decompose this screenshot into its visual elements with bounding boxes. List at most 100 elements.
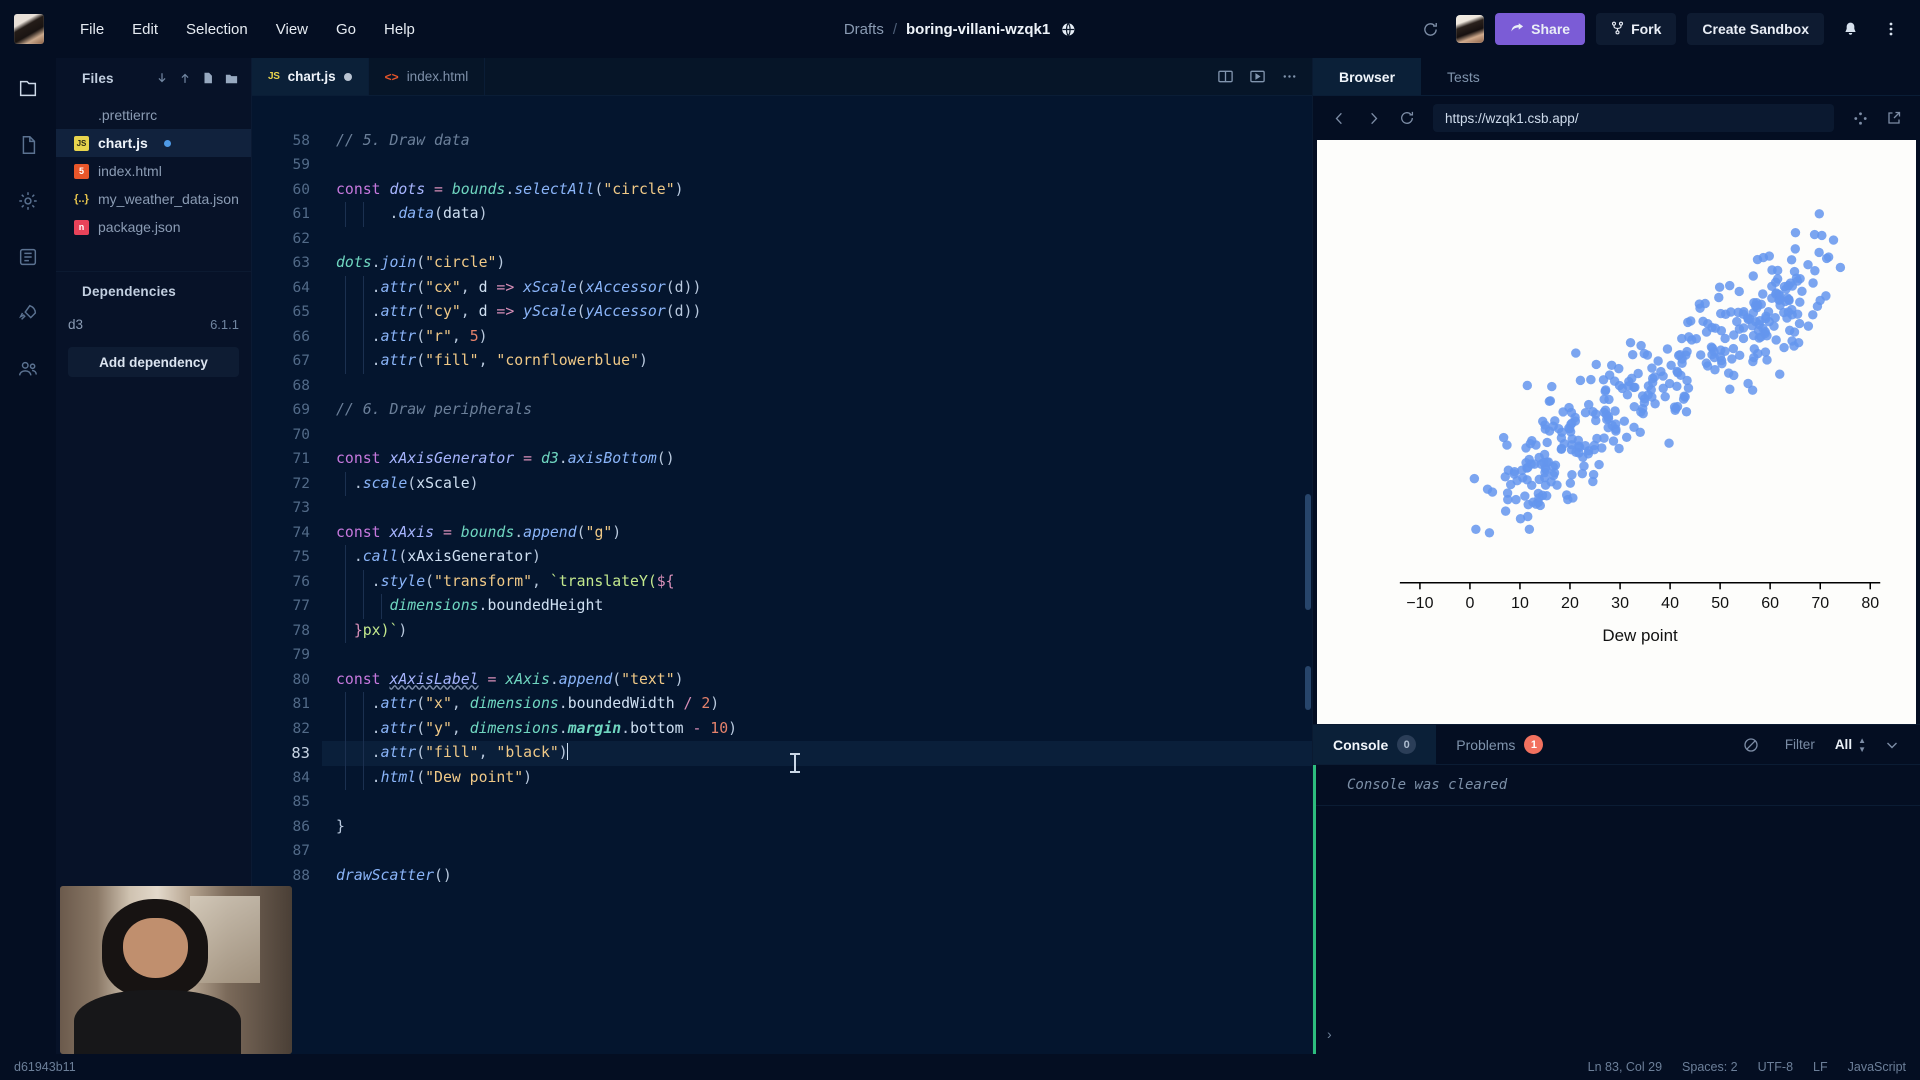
code-line[interactable]: const xAxisGenerator = d3.axisBottom() [322, 447, 1312, 472]
code-line[interactable]: .attr("fill", "cornflowerblue") [322, 349, 1312, 374]
menu-go[interactable]: Go [322, 15, 370, 44]
avatar[interactable] [1456, 15, 1485, 43]
code-line[interactable] [322, 839, 1312, 864]
language-mode[interactable]: JavaScript [1848, 1060, 1906, 1074]
scatter-point [1575, 375, 1586, 386]
code-line[interactable]: dimensions.boundedHeight [322, 594, 1312, 619]
scrollbar-thumb-secondary[interactable] [1305, 666, 1311, 710]
code-line[interactable]: .attr("y", dimensions.margin.bottom - 10… [322, 716, 1312, 741]
file-row-package-json[interactable]: n package.json [56, 213, 251, 241]
code-line[interactable]: .attr("cy", d => yScale(yAccessor(d)) [322, 300, 1312, 325]
code-line[interactable] [322, 643, 1312, 668]
code-line[interactable]: } [322, 815, 1312, 840]
encoding[interactable]: UTF-8 [1758, 1060, 1793, 1074]
editor-scrollbar[interactable] [1304, 96, 1312, 1054]
files-icon[interactable] [11, 128, 45, 162]
code-line[interactable]: drawScatter() [322, 864, 1312, 889]
code-line[interactable]: .attr("fill", "black") [322, 741, 1312, 766]
menu-file[interactable]: File [66, 15, 118, 44]
commit-hash[interactable]: d61943b11 [14, 1060, 76, 1074]
code-line[interactable]: const xAxisLabel = xAxis.append("text") [322, 668, 1312, 693]
back-icon[interactable] [1325, 104, 1353, 132]
tab-chart-js[interactable]: JS chart.js [252, 58, 369, 95]
code-line[interactable] [322, 227, 1312, 252]
code-line[interactable] [322, 104, 1312, 129]
refresh-icon[interactable] [1415, 14, 1445, 44]
scrollbar-thumb[interactable] [1305, 494, 1311, 610]
forward-icon[interactable] [1359, 104, 1387, 132]
gear-icon[interactable] [11, 184, 45, 218]
menu-help[interactable]: Help [370, 15, 429, 44]
app-logo[interactable] [14, 14, 44, 44]
browser-preview-frame[interactable]: −10 0 10 20 30 40 50 60 70 80 Dew point [1317, 140, 1916, 724]
file-row-weather-json[interactable]: {..} my_weather_data.json [56, 185, 251, 213]
code-line[interactable]: const dots = bounds.selectAll("circle") [322, 178, 1312, 203]
code-line[interactable] [322, 423, 1312, 448]
more-horizontal-icon[interactable] [1274, 62, 1304, 92]
code-line[interactable]: .data(data) [322, 202, 1312, 227]
breadcrumb-sandbox-name[interactable]: boring-villani-wzqk1 [906, 21, 1050, 38]
collapse-console-icon[interactable] [1878, 731, 1906, 759]
explorer-icon[interactable] [11, 72, 45, 106]
code-line[interactable]: .attr("r", 5) [322, 324, 1312, 349]
code-line[interactable]: .call(xAxisGenerator) [322, 545, 1312, 570]
source-control-icon[interactable] [11, 240, 45, 274]
bell-icon[interactable] [1835, 14, 1865, 44]
code-line[interactable]: .scale(xScale) [322, 471, 1312, 496]
code-line[interactable]: dots.join("circle") [322, 251, 1312, 276]
tab-problems[interactable]: Problems 1 [1436, 725, 1563, 764]
line-ending[interactable]: LF [1813, 1060, 1828, 1074]
code-line[interactable]: .style("transform", `translateY(${ [322, 569, 1312, 594]
log-level-select[interactable]: All ▲ ▼ [1835, 736, 1866, 753]
menu-edit[interactable]: Edit [118, 15, 172, 44]
code-line[interactable] [322, 790, 1312, 815]
cursor-position[interactable]: Ln 83, Col 29 [1588, 1060, 1662, 1074]
add-dependency-button[interactable]: Add dependency [68, 347, 239, 377]
download-icon[interactable] [152, 68, 172, 88]
open-external-icon[interactable] [1880, 104, 1908, 132]
console-input-row[interactable]: › [1313, 1018, 1920, 1050]
new-file-icon[interactable] [198, 68, 218, 88]
tab-tests[interactable]: Tests [1421, 58, 1506, 95]
code-line[interactable] [322, 153, 1312, 178]
code-area[interactable]: 58 59 60 61 62 63 64 65 66 67 68 69 70 71 72 73 74 75 76 77… [252, 96, 1312, 1054]
file-row-prettierrc[interactable]: .prettierrc [56, 101, 251, 129]
reload-icon[interactable] [1393, 104, 1421, 132]
scatter-point [1589, 440, 1600, 451]
run-preview-icon[interactable] [1242, 62, 1272, 92]
file-row-chart-js[interactable]: JS chart.js [56, 129, 251, 157]
dependency-row-d3[interactable]: d3 6.1.1 [56, 311, 251, 337]
share-button[interactable]: Share [1495, 13, 1586, 45]
code-line[interactable]: }px)`) [322, 618, 1312, 643]
more-vertical-icon[interactable] [1876, 14, 1906, 44]
responsive-icon[interactable] [1846, 104, 1874, 132]
menu-selection[interactable]: Selection [172, 15, 262, 44]
code-line[interactable]: // 6. Draw peripherals [322, 398, 1312, 423]
tab-browser[interactable]: Browser [1313, 58, 1422, 95]
code-content[interactable]: // 5. Draw data const dots = bounds.selec… [322, 96, 1312, 1054]
console-body[interactable]: Console was cleared › [1313, 765, 1920, 1054]
tab-console[interactable]: Console 0 [1313, 725, 1437, 764]
code-line[interactable] [322, 374, 1312, 399]
indentation[interactable]: Spaces: 2 [1682, 1060, 1738, 1074]
code-line[interactable]: .attr("cx", d => xScale(xAccessor(d)) [322, 275, 1312, 300]
create-sandbox-button[interactable]: Create Sandbox [1687, 13, 1824, 45]
code-line[interactable]: .attr("x", dimensions.boundedWidth / 2) [322, 692, 1312, 717]
code-line[interactable]: .html("Dew point") [322, 765, 1312, 790]
tab-index-html[interactable]: <> index.html [369, 58, 486, 95]
fork-button[interactable]: Fork [1596, 13, 1677, 45]
filter-input[interactable]: Filter [1777, 737, 1823, 752]
split-editor-icon[interactable] [1210, 62, 1240, 92]
file-row-index-html[interactable]: 5 index.html [56, 157, 251, 185]
code-line[interactable]: // 5. Draw data [322, 129, 1312, 154]
code-line[interactable] [322, 496, 1312, 521]
url-input[interactable]: https://wzqk1.csb.app/ [1433, 104, 1834, 132]
rocket-icon[interactable] [11, 296, 45, 330]
people-icon[interactable] [11, 352, 45, 386]
breadcrumb-workspace[interactable]: Drafts [844, 21, 884, 38]
menu-view[interactable]: View [262, 15, 322, 44]
clear-console-icon[interactable] [1737, 731, 1765, 759]
upload-icon[interactable] [175, 68, 195, 88]
new-folder-icon[interactable] [221, 68, 241, 88]
code-line[interactable]: const xAxis = bounds.append("g") [322, 521, 1312, 546]
